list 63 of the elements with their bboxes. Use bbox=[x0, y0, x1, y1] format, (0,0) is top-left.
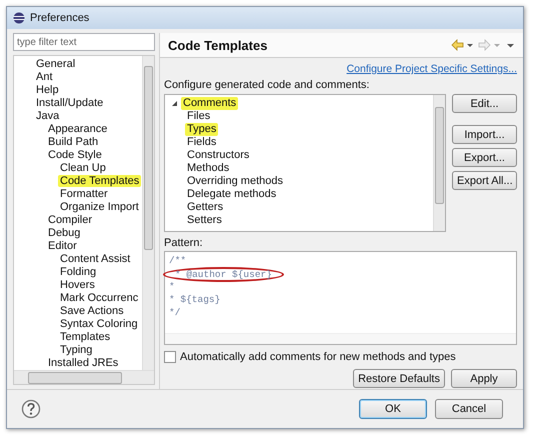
tree-item[interactable]: Debug bbox=[46, 227, 82, 239]
template-action-button[interactable]: Export... bbox=[452, 148, 517, 167]
tree-item[interactable]: General bbox=[34, 58, 78, 70]
dialog-button[interactable]: Cancel bbox=[435, 399, 503, 419]
pattern-editor[interactable]: /** * @author ${user} * * ${tags} */ bbox=[164, 251, 517, 345]
templates-label: Configure generated code and comments: bbox=[164, 79, 370, 91]
vertical-scrollbar[interactable] bbox=[433, 95, 445, 231]
template-item[interactable]: Getters bbox=[185, 201, 226, 214]
tree-item[interactable]: Typing bbox=[58, 344, 94, 356]
tree-item[interactable]: Formatter bbox=[58, 188, 110, 200]
template-item[interactable]: Delegate methods bbox=[185, 188, 278, 201]
tree-item[interactable]: Folding bbox=[58, 266, 98, 278]
tree-item[interactable]: Hovers bbox=[58, 279, 97, 291]
tree-item[interactable]: Editor bbox=[46, 240, 79, 252]
pattern-line: * ${tags} bbox=[169, 293, 220, 306]
page-title: Code Templates bbox=[168, 38, 268, 52]
page-button[interactable]: Apply bbox=[451, 369, 517, 388]
tree-item[interactable]: Code Templates bbox=[58, 175, 142, 187]
tree-item[interactable]: Build Path bbox=[46, 136, 100, 148]
template-item[interactable]: Constructors bbox=[185, 149, 252, 162]
template-action-button[interactable]: Import... bbox=[452, 125, 517, 144]
template-item[interactable]: Methods bbox=[185, 162, 232, 175]
tree-item[interactable]: Appearance bbox=[46, 123, 110, 135]
tree-item[interactable]: Installed JREs bbox=[46, 357, 120, 369]
pattern-label: Pattern: bbox=[164, 237, 204, 249]
dialog-button[interactable]: OK bbox=[359, 399, 427, 419]
tree-item[interactable]: Java bbox=[34, 110, 62, 122]
tree-item[interactable]: Code Style bbox=[46, 149, 104, 161]
template-action-button[interactable]: Export All... bbox=[452, 171, 517, 190]
tree-item[interactable]: Mark Occurrenc bbox=[58, 292, 140, 304]
checkbox-label: Automatically add comments for new methods and types bbox=[180, 351, 456, 363]
window-title: Preferences bbox=[30, 12, 90, 24]
tree-item[interactable]: Syntax Coloring bbox=[58, 318, 140, 330]
tree-item[interactable]: Organize Import bbox=[58, 201, 141, 213]
template-item[interactable]: Overriding methods bbox=[185, 175, 285, 188]
checkbox[interactable] bbox=[164, 351, 176, 363]
horizontal-scrollbar[interactable] bbox=[14, 370, 154, 384]
page-button[interactable]: Restore Defaults bbox=[353, 369, 445, 388]
expanded-triangle-icon[interactable] bbox=[171, 100, 178, 107]
pattern-line: * bbox=[169, 280, 175, 293]
template-item[interactable]: Fields bbox=[185, 136, 218, 149]
template-item[interactable]: Setters bbox=[185, 214, 224, 227]
template-item[interactable]: Files bbox=[185, 110, 212, 123]
horizontal-scrollbar[interactable] bbox=[165, 333, 516, 344]
template-item[interactable]: Comments bbox=[181, 97, 238, 110]
template-action-button[interactable]: Edit... bbox=[452, 94, 517, 113]
help-icon[interactable] bbox=[21, 399, 41, 419]
tree-item[interactable]: Clean Up bbox=[58, 162, 108, 174]
filter-field[interactable]: type filter text bbox=[13, 33, 155, 51]
project-settings-link[interactable]: Configure Project Specific Settings... bbox=[346, 63, 517, 75]
pattern-line: /** bbox=[169, 254, 186, 267]
pattern-line: */ bbox=[169, 306, 180, 319]
tree-item[interactable]: Compiler bbox=[46, 214, 94, 226]
eclipse-icon bbox=[13, 12, 25, 24]
tree-item[interactable]: Save Actions bbox=[58, 305, 126, 317]
tree-item[interactable]: Install/Update bbox=[34, 97, 106, 109]
vertical-scrollbar[interactable] bbox=[142, 56, 154, 370]
tree-item[interactable]: Templates bbox=[58, 331, 112, 343]
template-item[interactable]: Types bbox=[185, 123, 218, 136]
navigation-arrows-icon[interactable] bbox=[451, 39, 515, 51]
tree-item[interactable]: Ant bbox=[34, 71, 55, 83]
tree-item[interactable]: Content Assist bbox=[58, 253, 132, 265]
tree-item[interactable]: Help bbox=[34, 84, 61, 96]
